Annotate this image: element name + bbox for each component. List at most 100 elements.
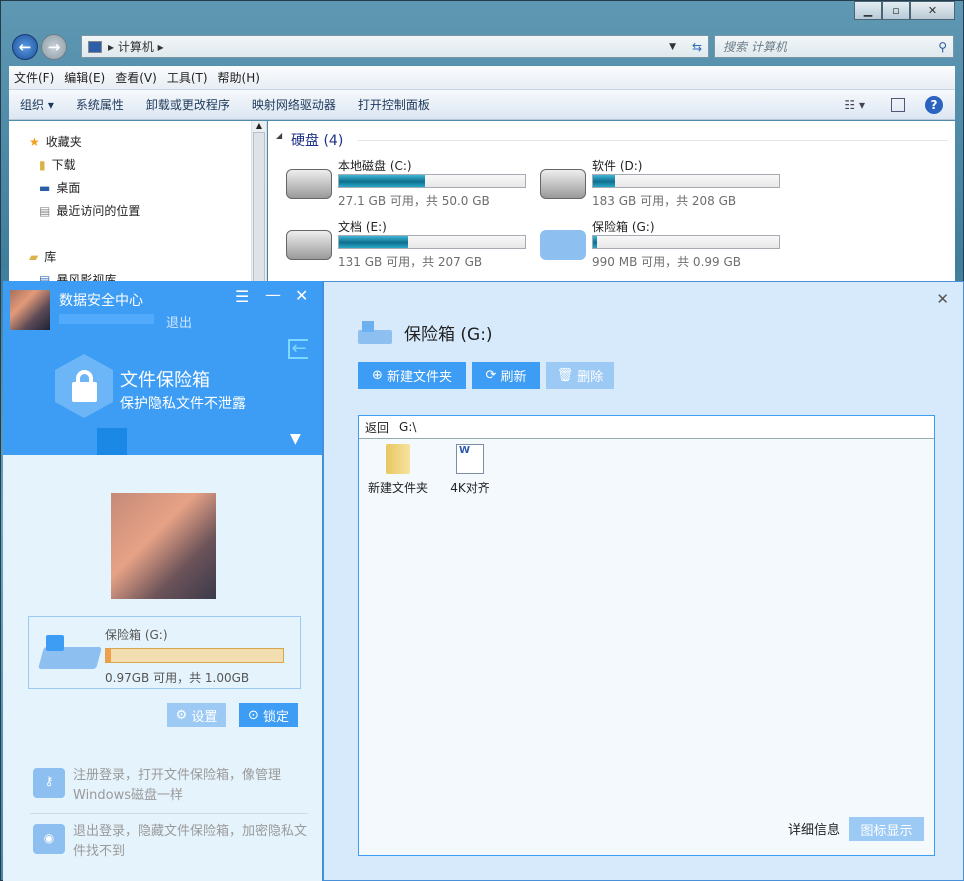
drive-item[interactable]: 文档 (E:) 131 GB 可用，共 207 GB bbox=[286, 218, 536, 273]
back-button[interactable]: ← bbox=[12, 34, 38, 60]
vault-card[interactable]: 保险箱 (G:) 0.97GB 可用，共 1.00GB bbox=[28, 616, 301, 689]
forward-button[interactable]: → bbox=[41, 34, 67, 60]
feature-title: 文件保险箱 bbox=[120, 370, 210, 391]
search-placeholder: 搜索 计算机 bbox=[723, 40, 787, 54]
vault-browser-panel: ✕ 保险箱 (G:) ⊕ 新建文件夹 ⟳ 刷新 🗑 删除 返回 G:\ 新建文件夹 W… bbox=[323, 281, 964, 881]
username-redacted bbox=[59, 314, 154, 324]
app-header: 数据安全中心 退出 ☰ — ✕ ← 文件保险箱 保护隐私文件不泄露 ▼ bbox=[3, 281, 322, 455]
menu-icon[interactable]: ☰ bbox=[235, 287, 249, 306]
drive-name: 保险箱 (G:) bbox=[592, 220, 655, 234]
collapse-panel-icon[interactable]: ← bbox=[288, 339, 308, 359]
drive-usage-bar bbox=[338, 235, 526, 249]
file-name: 新建文件夹 bbox=[367, 481, 428, 495]
icon-view-button[interactable]: 图标显示 bbox=[849, 817, 924, 841]
drive-info: 131 GB 可用，共 207 GB bbox=[338, 255, 483, 269]
chevron-down-icon[interactable]: ▼ bbox=[669, 42, 676, 52]
close-button[interactable]: ✕ bbox=[910, 1, 955, 20]
recent-places-icon: ▤ bbox=[39, 203, 51, 218]
current-path: G:\ bbox=[399, 420, 417, 434]
maximize-button[interactable]: ▫ bbox=[882, 1, 910, 20]
nav-library[interactable]: ▰ 库 bbox=[29, 248, 56, 265]
drive-item[interactable]: 保险箱 (G:) 990 MB 可用，共 0.99 GB bbox=[540, 218, 790, 273]
menu-file[interactable]: 文件(F) bbox=[9, 69, 59, 86]
menu-tools[interactable]: 工具(T) bbox=[162, 69, 213, 86]
minimize-button[interactable]: ▁ bbox=[854, 1, 882, 20]
download-folder-icon: ▮ bbox=[39, 157, 46, 172]
close-icon[interactable]: ✕ bbox=[936, 290, 949, 308]
menu-help[interactable]: 帮助(H) bbox=[213, 69, 265, 86]
refresh-icon[interactable]: ⇆ bbox=[692, 40, 702, 54]
search-icon: ⚲ bbox=[938, 39, 947, 54]
menu-view[interactable]: 查看(V) bbox=[110, 69, 162, 86]
key-drive-icon: ⚷ bbox=[33, 768, 65, 798]
star-icon: ★ bbox=[29, 134, 40, 149]
app-title: 数据安全中心 bbox=[59, 293, 143, 309]
refresh-label: 刷新 bbox=[500, 370, 527, 385]
detail-view-button[interactable]: 详细信息 bbox=[788, 819, 840, 838]
section-header: 硬盘 (4) bbox=[291, 133, 344, 149]
refresh-button[interactable]: ⟳ 刷新 bbox=[472, 362, 540, 389]
drives-view: ◢ 硬盘 (4) 本地磁盘 (C:) 27.1 GB 可用，共 50.0 GB … bbox=[268, 121, 955, 291]
address-bar[interactable]: ▸ 计算机 ▸ ▼ ⇆ bbox=[81, 35, 709, 58]
drive-name: 软件 (D:) bbox=[592, 159, 643, 173]
collapse-icon[interactable]: ◢ bbox=[276, 131, 282, 140]
logout-link[interactable]: 退出 bbox=[166, 312, 192, 331]
drive-info: 990 MB 可用，共 0.99 GB bbox=[592, 255, 741, 269]
word-document-icon: W bbox=[456, 444, 484, 474]
drive-info: 183 GB 可用，共 208 GB bbox=[592, 194, 737, 208]
trash-icon: 🗑 bbox=[556, 368, 574, 383]
desktop-icon: ▬ bbox=[39, 180, 51, 195]
security-center-panel: 数据安全中心 退出 ☰ — ✕ ← 文件保险箱 保护隐私文件不泄露 ▼ 保险箱 … bbox=[3, 281, 323, 881]
feature-subtitle: 保护隐私文件不泄露 bbox=[120, 396, 246, 412]
nav-label: 收藏夹 bbox=[45, 135, 82, 149]
expand-down-icon[interactable]: ▼ bbox=[290, 431, 301, 447]
back-link[interactable]: 返回 bbox=[365, 419, 389, 436]
new-folder-label: 新建文件夹 bbox=[386, 370, 452, 385]
organize-button[interactable]: 组织 ▾ bbox=[9, 96, 65, 113]
lock-hexagon-icon bbox=[55, 354, 113, 418]
uninstall-button[interactable]: 卸载或更改程序 bbox=[135, 96, 241, 113]
preview-pane-icon[interactable] bbox=[891, 97, 905, 112]
refresh-icon: ⟳ bbox=[485, 368, 497, 383]
nav-scrollbar[interactable]: ▲ bbox=[251, 121, 266, 291]
menu-edit[interactable]: 编辑(E) bbox=[59, 69, 110, 86]
nav-favorites[interactable]: ★ 收藏夹 bbox=[29, 133, 82, 150]
lock-label: 锁定 bbox=[262, 709, 289, 725]
nav-downloads[interactable]: ▮ 下载 bbox=[39, 156, 76, 173]
control-panel-button[interactable]: 打开控制面板 bbox=[347, 96, 441, 113]
nav-desktop[interactable]: ▬ 桌面 bbox=[39, 179, 80, 196]
avatar[interactable] bbox=[10, 290, 50, 330]
close-icon[interactable]: ✕ bbox=[295, 286, 308, 305]
system-properties-button[interactable]: 系统属性 bbox=[65, 96, 135, 113]
nav-label: 最近访问的位置 bbox=[56, 204, 141, 218]
drive-info: 27.1 GB 可用，共 50.0 GB bbox=[338, 194, 490, 208]
plus-circle-icon: ⊕ bbox=[372, 368, 383, 383]
lock-button[interactable]: ⊙ 锁定 bbox=[239, 703, 298, 727]
lock-icon: ⊙ bbox=[248, 707, 259, 723]
delete-button[interactable]: 🗑 删除 bbox=[546, 362, 614, 389]
hidden-drive-icon: ◉ bbox=[33, 824, 65, 854]
file-list: 返回 G:\ 新建文件夹 W 4K对齐 详细信息 图标显示 bbox=[358, 415, 935, 856]
drive-item[interactable]: 本地磁盘 (C:) 27.1 GB 可用，共 50.0 GB bbox=[286, 157, 536, 212]
drive-name: 文档 (E:) bbox=[338, 220, 387, 234]
nav-label: 桌面 bbox=[56, 181, 81, 195]
nav-label: 库 bbox=[44, 250, 57, 264]
divider bbox=[30, 813, 308, 814]
nav-recent[interactable]: ▤ 最近访问的位置 bbox=[39, 202, 140, 219]
vault-drive-icon bbox=[358, 318, 394, 346]
map-drive-button[interactable]: 映射网络驱动器 bbox=[241, 96, 347, 113]
panel-title: 保险箱 (G:) bbox=[404, 325, 493, 345]
navigation-pane: ★ 收藏夹 ▮ 下载 ▬ 桌面 ▤ 最近访问的位置 ▰ 库 ▤ 暴风影视库 bbox=[9, 121, 267, 291]
command-bar: 组织 ▾ 系统属性 卸载或更改程序 映射网络驱动器 打开控制面板 ☷ ▾ ? bbox=[9, 90, 955, 120]
nav-label: 下载 bbox=[51, 158, 76, 172]
new-folder-button[interactable]: ⊕ 新建文件夹 bbox=[358, 362, 466, 389]
drive-item[interactable]: 软件 (D:) 183 GB 可用，共 208 GB bbox=[540, 157, 790, 212]
help-icon[interactable]: ? bbox=[925, 95, 943, 114]
view-options-icon[interactable]: ☷ ▾ bbox=[844, 98, 865, 112]
file-item-document[interactable]: W 4K对齐 bbox=[435, 444, 505, 496]
minimize-icon[interactable]: — bbox=[265, 285, 281, 304]
file-item-folder[interactable]: 新建文件夹 bbox=[363, 444, 433, 496]
settings-button[interactable]: ⚙ 设置 bbox=[167, 703, 226, 727]
settings-label: 设置 bbox=[191, 709, 218, 725]
search-input[interactable]: 搜索 计算机 ⚲ bbox=[714, 35, 954, 58]
